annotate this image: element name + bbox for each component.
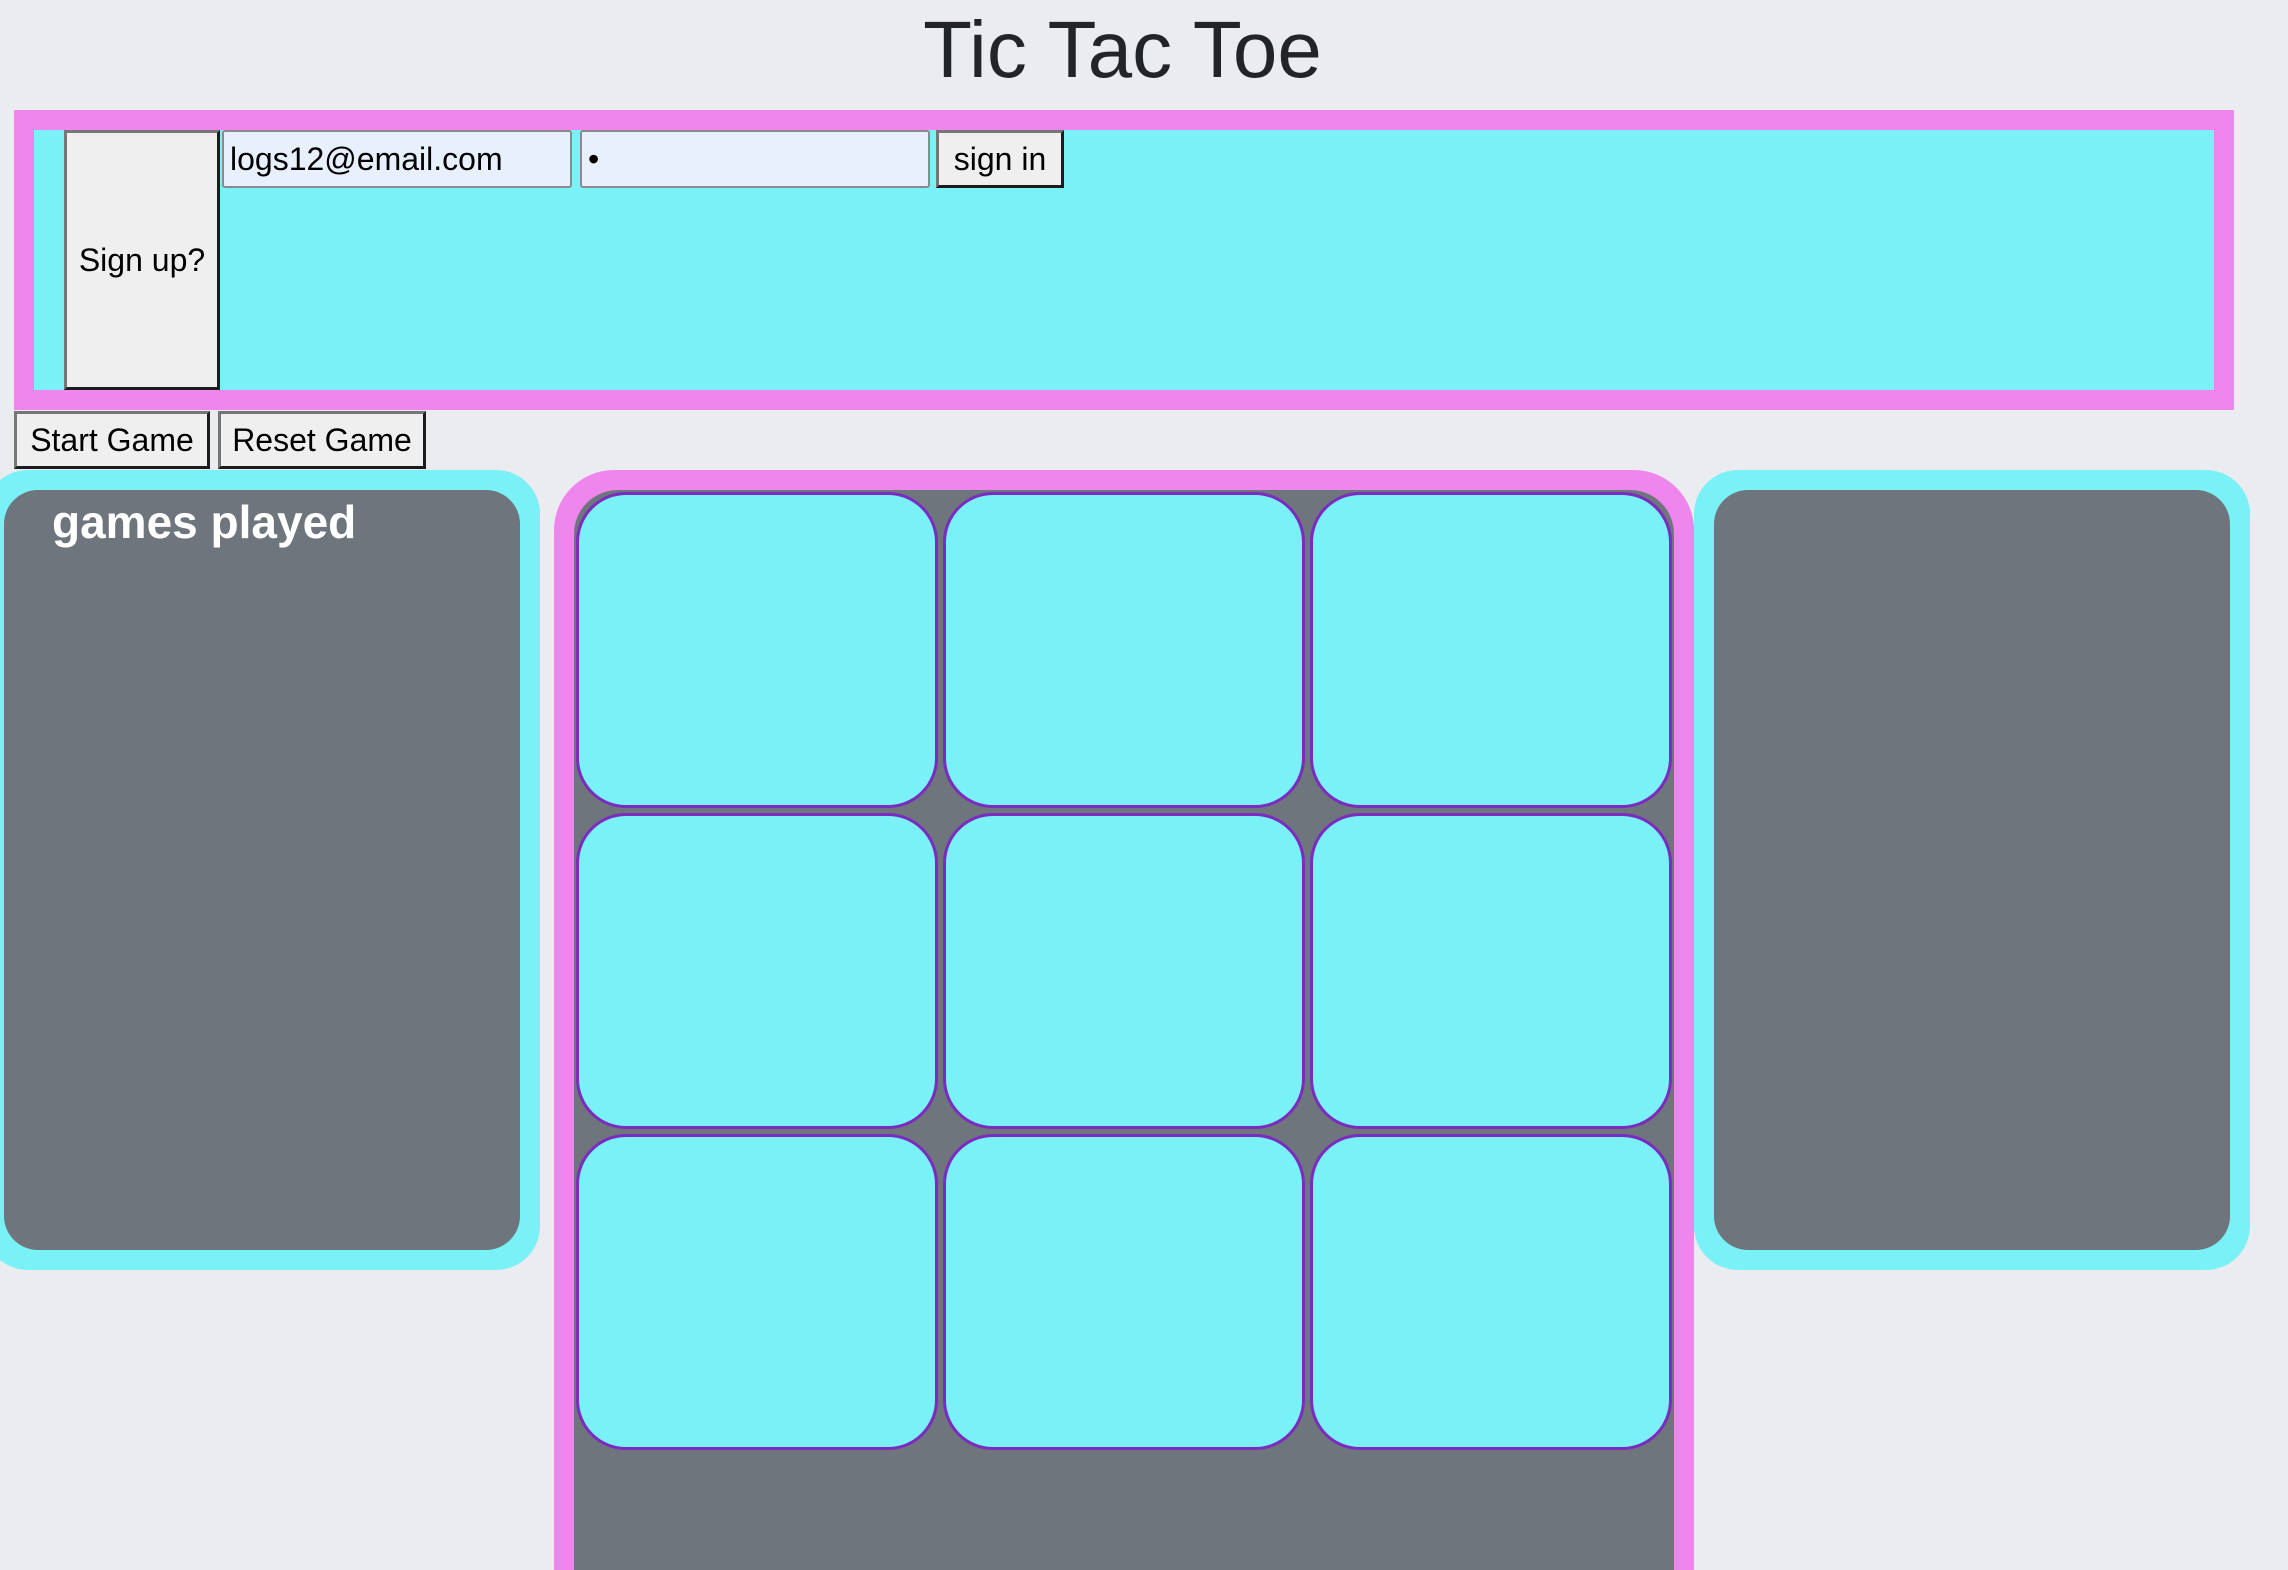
- board-cell[interactable]: [1310, 492, 1672, 808]
- sign-up-button[interactable]: Sign up?: [64, 130, 220, 390]
- auth-panel: Sign up? logs12@email.com • sign in: [14, 110, 2234, 410]
- sign-in-button[interactable]: sign in: [936, 130, 1064, 188]
- game-board: [574, 490, 1674, 1570]
- board-cell[interactable]: [1310, 1134, 1672, 1450]
- games-played-panel-inner: games played: [4, 490, 520, 1250]
- auth-panel-inner: Sign up? logs12@email.com • sign in: [34, 130, 2214, 390]
- board-cell[interactable]: [943, 492, 1305, 808]
- board-cell[interactable]: [576, 1134, 938, 1450]
- page: Tic Tac Toe Sign up? logs12@email.com • …: [0, 0, 2288, 1570]
- start-game-button[interactable]: Start Game: [14, 411, 210, 469]
- board-cell[interactable]: [943, 1134, 1305, 1450]
- board-cell[interactable]: [1310, 813, 1672, 1129]
- board-cell[interactable]: [943, 813, 1305, 1129]
- games-played-panel: games played: [0, 470, 540, 1270]
- board-cell[interactable]: [576, 813, 938, 1129]
- game-board-frame: [554, 470, 1694, 1570]
- games-played-heading: games played: [52, 496, 357, 548]
- right-info-panel: [1694, 470, 2250, 1270]
- reset-game-button[interactable]: Reset Game: [218, 411, 426, 469]
- right-info-panel-inner: [1714, 490, 2230, 1250]
- email-field[interactable]: logs12@email.com: [222, 130, 572, 188]
- board-cell[interactable]: [576, 492, 938, 808]
- password-field[interactable]: •: [580, 130, 930, 188]
- page-title: Tic Tac Toe: [923, 5, 1322, 94]
